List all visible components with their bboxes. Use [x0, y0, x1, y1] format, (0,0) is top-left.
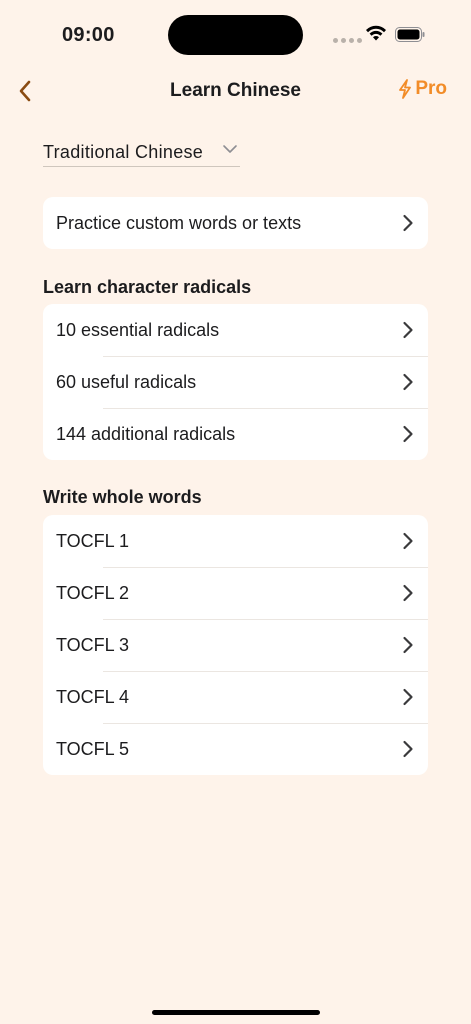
cellular-signal-icon — [333, 38, 362, 43]
custom-practice-card: Practice custom words or texts — [43, 197, 428, 249]
list-item-label: TOCFL 5 — [56, 738, 130, 759]
home-indicator[interactable] — [152, 1010, 320, 1015]
list-item-label: TOCFL 1 — [56, 530, 130, 551]
dynamic-island — [168, 15, 303, 55]
radicals-card: 10 essential radicals 60 useful radicals… — [43, 304, 428, 460]
script-select-value: Traditional Chinese — [43, 141, 204, 162]
chevron-right-icon — [403, 584, 413, 602]
pro-button[interactable]: Pro — [398, 78, 447, 100]
chevron-right-icon — [403, 214, 413, 232]
list-item[interactable]: TOCFL 2 — [43, 567, 428, 619]
section-header-words: Write whole words — [43, 487, 202, 507]
screen: 09:00 Learn Chinese Pro Traditional Chin… — [0, 0, 471, 1024]
chevron-right-icon — [403, 373, 413, 391]
pro-label: Pro — [415, 78, 447, 99]
chevron-right-icon — [403, 636, 413, 654]
list-item-label: Practice custom words or texts — [56, 212, 302, 233]
chevron-right-icon — [403, 532, 413, 550]
script-select[interactable]: Traditional Chinese — [43, 138, 240, 167]
words-card: TOCFL 1 TOCFL 2 TOCFL 3 TOCFL 4 TOCFL 5 — [43, 515, 428, 775]
list-item-label: TOCFL 4 — [56, 686, 130, 707]
list-item-label: 60 useful radicals — [56, 371, 197, 392]
list-item[interactable]: TOCFL 3 — [43, 619, 428, 671]
list-item-label: TOCFL 3 — [56, 634, 130, 655]
battery-icon — [395, 27, 425, 42]
chevron-right-icon — [403, 425, 413, 443]
list-item-custom-practice[interactable]: Practice custom words or texts — [43, 197, 428, 249]
list-item[interactable]: 60 useful radicals — [43, 356, 428, 408]
list-item-label: 144 additional radicals — [56, 423, 236, 444]
chevron-right-icon — [403, 321, 413, 339]
chevron-right-icon — [403, 688, 413, 706]
lightning-bolt-icon — [399, 79, 412, 99]
chevron-down-icon — [223, 145, 237, 153]
list-item[interactable]: 144 additional radicals — [43, 408, 428, 460]
list-item[interactable]: TOCFL 5 — [43, 723, 428, 775]
wifi-icon — [366, 25, 386, 41]
list-item-label: 10 essential radicals — [56, 319, 220, 340]
chevron-right-icon — [403, 740, 413, 758]
status-time: 09:00 — [62, 24, 115, 46]
list-item[interactable]: TOCFL 1 — [43, 515, 428, 567]
list-item[interactable]: 10 essential radicals — [43, 304, 428, 356]
list-item-label: TOCFL 2 — [56, 582, 130, 603]
list-item[interactable]: TOCFL 4 — [43, 671, 428, 723]
section-header-radicals: Learn character radicals — [43, 277, 252, 297]
